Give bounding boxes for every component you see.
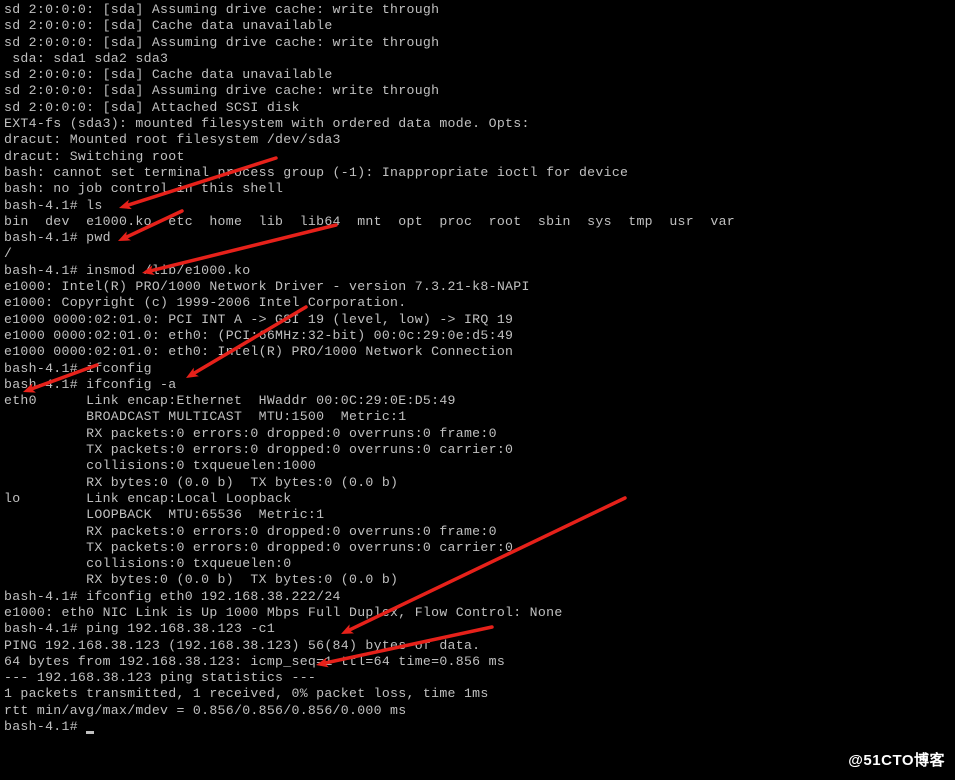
terminal-line: TX packets:0 errors:0 dropped:0 overruns… <box>4 442 951 458</box>
terminal-line: RX packets:0 errors:0 dropped:0 overruns… <box>4 426 951 442</box>
terminal-line: sd 2:0:0:0: [sda] Assuming drive cache: … <box>4 83 951 99</box>
terminal-line: e1000 0000:02:01.0: eth0: (PCI:66MHz:32-… <box>4 328 951 344</box>
terminal-line: sd 2:0:0:0: [sda] Assuming drive cache: … <box>4 2 951 18</box>
terminal-prompt[interactable]: bash-4.1# <box>4 719 951 735</box>
terminal-line: 64 bytes from 192.168.38.123: icmp_seq=1… <box>4 654 951 670</box>
terminal-line: dracut: Mounted root filesystem /dev/sda… <box>4 132 951 148</box>
terminal-line: e1000 0000:02:01.0: eth0: Intel(R) PRO/1… <box>4 344 951 360</box>
terminal-line: bin dev e1000.ko etc home lib lib64 mnt … <box>4 214 951 230</box>
terminal-line: 1 packets transmitted, 1 received, 0% pa… <box>4 686 951 702</box>
terminal-line: PING 192.168.38.123 (192.168.38.123) 56(… <box>4 638 951 654</box>
terminal-line: sda: sda1 sda2 sda3 <box>4 51 951 67</box>
terminal-line: e1000 0000:02:01.0: PCI INT A -> GSI 19 … <box>4 312 951 328</box>
terminal-line: RX packets:0 errors:0 dropped:0 overruns… <box>4 524 951 540</box>
terminal-line: bash: no job control in this shell <box>4 181 951 197</box>
terminal-line: sd 2:0:0:0: [sda] Attached SCSI disk <box>4 100 951 116</box>
terminal-line: e1000: eth0 NIC Link is Up 1000 Mbps Ful… <box>4 605 951 621</box>
terminal-line: eth0 Link encap:Ethernet HWaddr 00:0C:29… <box>4 393 951 409</box>
terminal-output[interactable]: sd 2:0:0:0: [sda] Assuming drive cache: … <box>0 0 955 737</box>
terminal-line: bash: cannot set terminal process group … <box>4 165 951 181</box>
terminal-line: sd 2:0:0:0: [sda] Cache data unavailable <box>4 67 951 83</box>
terminal-line: LOOPBACK MTU:65536 Metric:1 <box>4 507 951 523</box>
terminal-line: dracut: Switching root <box>4 149 951 165</box>
terminal-line: EXT4-fs (sda3): mounted filesystem with … <box>4 116 951 132</box>
terminal-line: bash-4.1# ifconfig <box>4 361 951 377</box>
terminal-line: bash-4.1# ping 192.168.38.123 -c1 <box>4 621 951 637</box>
terminal-line: bash-4.1# ls <box>4 198 951 214</box>
terminal-line: collisions:0 txqueuelen:1000 <box>4 458 951 474</box>
terminal-line: lo Link encap:Local Loopback <box>4 491 951 507</box>
terminal-line: e1000: Intel(R) PRO/1000 Network Driver … <box>4 279 951 295</box>
terminal-line: RX bytes:0 (0.0 b) TX bytes:0 (0.0 b) <box>4 572 951 588</box>
terminal-line: sd 2:0:0:0: [sda] Assuming drive cache: … <box>4 35 951 51</box>
terminal-line: collisions:0 txqueuelen:0 <box>4 556 951 572</box>
terminal-line: BROADCAST MULTICAST MTU:1500 Metric:1 <box>4 409 951 425</box>
terminal-line: e1000: Copyright (c) 1999-2006 Intel Cor… <box>4 295 951 311</box>
terminal-line: bash-4.1# ifconfig eth0 192.168.38.222/2… <box>4 589 951 605</box>
terminal-line: --- 192.168.38.123 ping statistics --- <box>4 670 951 686</box>
terminal-line: sd 2:0:0:0: [sda] Cache data unavailable <box>4 18 951 34</box>
terminal-line: bash-4.1# insmod /lib/e1000.ko <box>4 263 951 279</box>
terminal-line: / <box>4 246 951 262</box>
cursor <box>86 731 94 734</box>
terminal-line: TX packets:0 errors:0 dropped:0 overruns… <box>4 540 951 556</box>
terminal-line: rtt min/avg/max/mdev = 0.856/0.856/0.856… <box>4 703 951 719</box>
watermark: @51CTO博客 <box>848 749 945 770</box>
terminal-line: bash-4.1# ifconfig -a <box>4 377 951 393</box>
terminal-line: bash-4.1# pwd <box>4 230 951 246</box>
terminal-line: RX bytes:0 (0.0 b) TX bytes:0 (0.0 b) <box>4 475 951 491</box>
